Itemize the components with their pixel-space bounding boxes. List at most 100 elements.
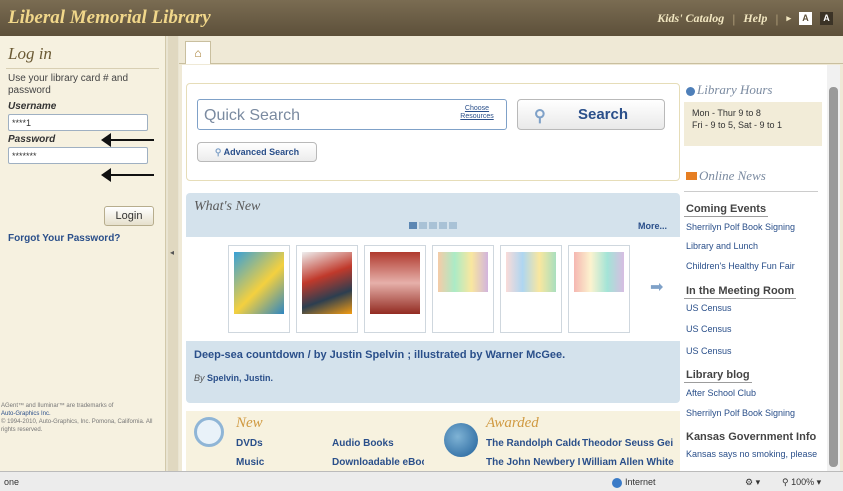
awarded-item[interactable]: The Randolph Calde bbox=[486, 438, 580, 449]
hours-line: Fri - 9 to 5, Sat - 9 to 1 bbox=[692, 120, 783, 130]
book-cover-image bbox=[302, 252, 352, 314]
divider bbox=[6, 68, 159, 69]
forgot-password-link[interactable]: Forgot Your Password? bbox=[8, 233, 120, 244]
new-item[interactable]: DVDs bbox=[236, 438, 326, 449]
meeting-link[interactable]: US Census bbox=[686, 346, 732, 356]
new-item[interactable]: Music bbox=[236, 457, 326, 468]
tab-row: ⌂ bbox=[179, 36, 843, 64]
status-text: one bbox=[4, 477, 20, 487]
carousel-page-dot[interactable] bbox=[429, 222, 437, 229]
text-size-small-button[interactable]: A bbox=[799, 12, 812, 25]
book-cover-image bbox=[234, 252, 284, 314]
book-carousel: ➡ bbox=[186, 237, 680, 341]
username-input[interactable] bbox=[8, 114, 148, 131]
event-link[interactable]: Children's Healthy Fun Fair bbox=[686, 261, 795, 271]
annotation-arrow bbox=[101, 168, 154, 182]
more-link[interactable]: More... bbox=[638, 221, 667, 231]
text-size-arrow-icon: ▸ bbox=[786, 13, 791, 23]
login-footer: AGent™ and Iluminar™ are trademarks of A… bbox=[0, 402, 160, 434]
book-cover[interactable] bbox=[228, 245, 290, 333]
home-tab[interactable]: ⌂ bbox=[185, 41, 211, 64]
kansas-link[interactable]: Kansas says no smoking, please bbox=[686, 449, 822, 459]
main-area: ⌂ Quick Search Choose Resources ⚲ Search… bbox=[179, 36, 843, 471]
annotation-arrow bbox=[101, 133, 154, 147]
zoom-icon: ⚲ bbox=[782, 477, 792, 487]
globe-icon bbox=[612, 477, 622, 488]
author-link[interactable]: Spelvin, Justin. bbox=[207, 373, 273, 383]
advanced-search-button[interactable]: ⚲ Advanced Search bbox=[197, 142, 317, 162]
carousel-page-dot[interactable] bbox=[449, 222, 457, 229]
protected-mode-icon[interactable]: ⚙ ▾ bbox=[745, 477, 760, 488]
search-button-label: Search bbox=[577, 106, 629, 123]
book-cover[interactable] bbox=[364, 245, 426, 333]
blog-link[interactable]: After School Club bbox=[686, 388, 756, 398]
search-button[interactable]: ⚲ Search bbox=[517, 99, 665, 130]
advanced-search-label: Advanced Search bbox=[223, 147, 300, 157]
choose-resources-link[interactable]: Choose Resources bbox=[453, 105, 501, 121]
event-link[interactable]: Library and Lunch bbox=[686, 241, 758, 251]
carousel-next-arrow-icon[interactable]: ➡ bbox=[650, 277, 663, 297]
new-item[interactable]: Audio Books bbox=[332, 438, 422, 449]
online-news-label: Online News bbox=[699, 168, 766, 183]
whats-new-panel: What's New More... ➡ Deep-sea countdown … bbox=[186, 193, 680, 403]
info-icon bbox=[686, 86, 695, 96]
search-box: Quick Search Choose Resources ⚲ Search ⚲… bbox=[186, 83, 680, 181]
nav-separator: | bbox=[775, 11, 779, 26]
meeting-link[interactable]: US Census bbox=[686, 303, 732, 313]
meeting-room-heading: In the Meeting Room bbox=[684, 284, 797, 299]
mail-icon bbox=[686, 172, 697, 180]
nav-separator: | bbox=[732, 11, 736, 26]
home-icon: ⌂ bbox=[194, 46, 202, 60]
panel-collapse-handle[interactable]: ◂ bbox=[168, 36, 178, 471]
by-label: By bbox=[194, 373, 205, 383]
library-title: Liberal Memorial Library bbox=[8, 7, 211, 28]
coming-events-heading: Coming Events bbox=[684, 202, 769, 217]
book-cover-image bbox=[574, 252, 624, 292]
auto-graphics-link[interactable]: Auto-Graphics Inc. bbox=[1, 410, 160, 418]
copyright-text: © 1994-2010, Auto-Graphics, Inc. Pomona,… bbox=[1, 419, 153, 433]
online-news-title: Online News bbox=[686, 168, 766, 184]
book-cover[interactable] bbox=[500, 245, 562, 333]
right-sidebar: Library Hours Mon - Thur 9 to 8 Fri - 9 … bbox=[682, 65, 830, 471]
zoom-level: 100% bbox=[791, 477, 815, 487]
awarded-title: Awarded bbox=[486, 415, 539, 431]
meeting-link[interactable]: US Census bbox=[686, 324, 732, 334]
new-item[interactable]: Downloadable eBoc bbox=[332, 457, 424, 468]
carousel-page-dot[interactable] bbox=[409, 222, 417, 229]
carousel-page-dot[interactable] bbox=[439, 222, 447, 229]
login-description: Use your library card # and password bbox=[8, 73, 129, 96]
search-icon: ⚲ bbox=[214, 147, 224, 157]
login-panel: Log in Use your library card # and passw… bbox=[0, 36, 166, 471]
awarded-item[interactable]: William Allen White bbox=[582, 457, 678, 468]
carousel-page-dot[interactable] bbox=[419, 222, 427, 229]
book-cover-image bbox=[370, 252, 420, 314]
magnifier-icon bbox=[194, 417, 224, 447]
whats-new-heading: What's New bbox=[194, 199, 261, 214]
login-button[interactable]: Login bbox=[104, 206, 154, 226]
library-hours-title: Library Hours bbox=[686, 82, 773, 98]
collapse-arrow-icon: ◂ bbox=[170, 248, 175, 257]
zone-label: Internet bbox=[625, 477, 656, 487]
book-caption[interactable]: Deep-sea countdown / by Justin Spelvin ;… bbox=[194, 349, 565, 361]
text-size-large-button[interactable]: A bbox=[820, 12, 833, 25]
login-heading: Log in bbox=[8, 44, 52, 63]
awarded-item[interactable]: The John Newbery I bbox=[486, 457, 580, 468]
book-cover[interactable] bbox=[432, 245, 494, 333]
scrollbar[interactable] bbox=[827, 65, 840, 471]
awarded-item[interactable]: Theodor Seuss Gei bbox=[582, 438, 678, 449]
username-label: Username bbox=[8, 101, 57, 112]
zoom-control[interactable]: ⚲ 100% ▾ bbox=[782, 477, 821, 488]
top-bar: Liberal Memorial Library Kids' Catalog |… bbox=[0, 0, 843, 36]
password-input[interactable] bbox=[8, 147, 148, 164]
help-link[interactable]: Help bbox=[743, 11, 767, 26]
kids-catalog-link[interactable]: Kids' Catalog bbox=[657, 11, 724, 26]
scrollbar-thumb[interactable] bbox=[829, 87, 838, 467]
event-link[interactable]: Sherrilyn Polf Book Signing bbox=[686, 222, 795, 232]
trademark-text: AGent™ and Iluminar™ are trademarks of bbox=[1, 403, 114, 409]
book-cover[interactable] bbox=[568, 245, 630, 333]
top-nav: Kids' Catalog | Help | ▸ A A bbox=[657, 11, 833, 26]
new-title: New bbox=[236, 415, 263, 431]
blog-link[interactable]: Sherrilyn Polf Book Signing bbox=[686, 408, 795, 418]
book-cover[interactable] bbox=[296, 245, 358, 333]
carousel-pager bbox=[409, 222, 457, 229]
